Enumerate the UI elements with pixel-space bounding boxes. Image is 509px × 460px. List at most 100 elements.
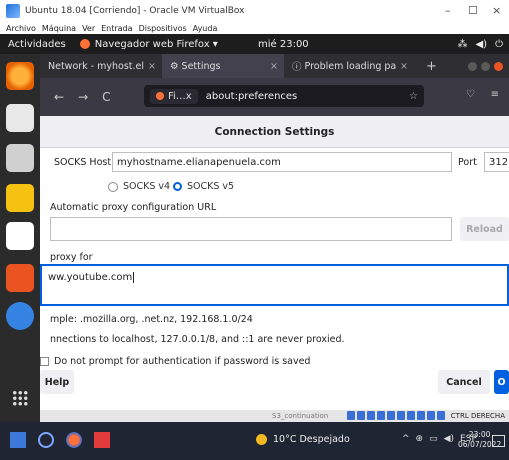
files-dock-icon[interactable] <box>6 144 34 172</box>
socks-host-input[interactable]: myhostname.elianapenuela.com <box>112 152 452 172</box>
firefox-icon <box>156 92 164 100</box>
tab-settings[interactable]: ⚙ Settings × <box>162 54 284 78</box>
keyboard-icon[interactable] <box>437 411 445 420</box>
menu-ver[interactable]: Ver <box>82 24 95 33</box>
radio-icon <box>108 181 118 192</box>
software-dock-icon[interactable] <box>6 264 34 292</box>
auto-proxy-url-input[interactable] <box>50 217 452 241</box>
menu-entrada[interactable]: Entrada <box>101 24 132 33</box>
top-bar-clock[interactable]: mié 23:00 <box>258 39 309 50</box>
app-menu[interactable]: Navegador web Firefox ▾ <box>79 38 218 50</box>
windows-taskbar: 10°C Despejado ^ ⊕ ▭ ◀) ESP 23:00 06/07/… <box>0 422 509 460</box>
menu-hamburger-icon[interactable]: ≡ <box>491 89 499 100</box>
socks-v4-radio[interactable]: SOCKS v4 <box>108 181 170 192</box>
port-input[interactable]: 312 <box>484 152 509 172</box>
shared-folder-icon[interactable] <box>377 411 385 420</box>
new-tab-button[interactable]: + <box>426 59 437 74</box>
network-icon: ⊕ <box>415 434 424 444</box>
moon-icon <box>256 434 267 445</box>
volume-icon: ◀) <box>475 38 488 50</box>
cpu-icon[interactable] <box>417 411 425 420</box>
close-icon[interactable]: × <box>492 4 501 17</box>
firefox-nav-bar: ← → C Fi…x about:preferences ☆ ♡ ≡ <box>40 78 509 116</box>
no-proxy-text: ww.youtube.com <box>48 272 133 283</box>
writer-dock-icon[interactable] <box>6 222 34 250</box>
gear-icon: ⚙ <box>170 60 182 72</box>
tab-network[interactable]: Network - myhost.el × <box>40 54 162 78</box>
bookmark-star-icon[interactable]: ☆ <box>409 91 418 102</box>
mouse-integration-icon[interactable] <box>427 411 435 420</box>
forward-icon[interactable]: → <box>78 90 88 104</box>
menu-ayuda[interactable]: Ayuda <box>193 24 218 33</box>
minimize-icon[interactable] <box>468 61 477 71</box>
status-strip-text: S3_continuation <box>272 412 329 420</box>
text-caret <box>133 272 135 283</box>
tab-close-icon[interactable]: × <box>148 61 156 72</box>
no-prompt-checkbox[interactable] <box>40 357 49 366</box>
menu-maquina[interactable]: Máquina <box>42 24 76 33</box>
menu-archivo[interactable]: Archivo <box>6 24 36 33</box>
socks-v5-radio[interactable]: SOCKS v5 <box>173 181 234 192</box>
example-hint: mple: .mozilla.org, .net.nz, 192.168.1.0… <box>50 314 253 325</box>
pocket-icon[interactable]: ♡ <box>466 89 475 100</box>
network-adapter-icon[interactable] <box>397 411 405 420</box>
battery-icon: ▭ <box>429 434 438 444</box>
no-proxy-textarea[interactable]: ww.youtube.com <box>40 264 509 306</box>
identity-chip-label: Fi…x <box>168 90 192 102</box>
tab-problem-label: Problem loading pa <box>304 60 397 72</box>
rhythmbox-dock-icon[interactable] <box>6 184 34 212</box>
system-tray[interactable]: ⁂ ◀) ⏻ <box>457 39 503 50</box>
virtualbox-titlebar: Ubuntu 18.04 [Corriendo] - Oracle VM Vir… <box>0 0 509 22</box>
identity-chip[interactable]: Fi…x <box>150 88 198 104</box>
pdf-app-icon[interactable] <box>94 432 110 448</box>
network-icon: ⁂ <box>457 38 468 50</box>
reload-icon[interactable]: C <box>102 90 110 104</box>
help-dock-icon[interactable] <box>6 302 34 330</box>
hdd-icon[interactable] <box>347 411 355 420</box>
power-icon: ⏻ <box>495 38 503 50</box>
maximize-icon[interactable]: ☐ <box>468 4 478 17</box>
browser-taskbar-icon[interactable] <box>66 432 82 448</box>
weather-widget[interactable]: 10°C Despejado <box>256 434 350 445</box>
socks-v4-label: SOCKS v4 <box>123 181 171 192</box>
radio-selected-icon <box>173 182 182 191</box>
port-label: Port <box>458 157 477 168</box>
activities-button[interactable]: Actividades <box>8 39 66 50</box>
vpn-shield-icon[interactable] <box>38 432 54 448</box>
host-key-label: CTRL DERECHA <box>450 412 505 420</box>
tab-problem-loading[interactable]: ⓘ Problem loading pa × <box>284 54 414 78</box>
tab-settings-label: Settings <box>181 60 221 72</box>
tab-close-icon[interactable]: × <box>400 61 408 72</box>
chevron-up-icon: ^ <box>402 434 410 444</box>
display-icon[interactable] <box>387 411 395 420</box>
window-title: Ubuntu 18.04 [Corriendo] - Oracle VM Vir… <box>25 6 245 16</box>
ok-button[interactable]: O <box>494 370 509 394</box>
close-icon[interactable] <box>494 61 503 71</box>
firefox-dock-icon[interactable] <box>6 62 34 90</box>
weather-text: 10°C Despejado <box>273 434 350 445</box>
menu-dispositivos[interactable]: Dispositivos <box>139 24 187 33</box>
recording-icon[interactable] <box>407 411 415 420</box>
firefox-icon <box>79 39 90 49</box>
usb-icon[interactable] <box>367 411 375 420</box>
tab-close-icon[interactable]: × <box>270 61 278 72</box>
reload-button[interactable]: Reload <box>460 217 509 241</box>
app-menu-label: Navegador web Firefox ▾ <box>94 38 218 50</box>
vm-status-icons <box>347 411 445 420</box>
cd-icon[interactable] <box>357 411 365 420</box>
gnome-top-bar: Actividades Navegador web Firefox ▾ mié … <box>0 34 509 54</box>
help-button[interactable]: Help <box>40 370 74 394</box>
socks-v5-label: SOCKS v5 <box>187 181 235 192</box>
cancel-button[interactable]: Cancel <box>438 370 490 394</box>
notification-icon[interactable] <box>492 435 505 447</box>
back-icon[interactable]: ← <box>54 90 64 104</box>
minimize-icon[interactable]: – <box>445 4 451 17</box>
virtualbox-status-bar: S3_continuation CTRL DERECHA <box>40 410 509 422</box>
show-apps-icon[interactable] <box>12 390 28 406</box>
url-bar[interactable]: Fi…x about:preferences ☆ <box>144 85 424 107</box>
start-icon[interactable] <box>10 432 26 448</box>
maximize-icon[interactable] <box>481 61 490 71</box>
firefox-tab-strip: Network - myhost.el × ⚙ Settings × ⓘ Pro… <box>40 54 509 78</box>
thunderbird-dock-icon[interactable] <box>6 104 34 132</box>
firefox-window-controls <box>468 61 503 71</box>
